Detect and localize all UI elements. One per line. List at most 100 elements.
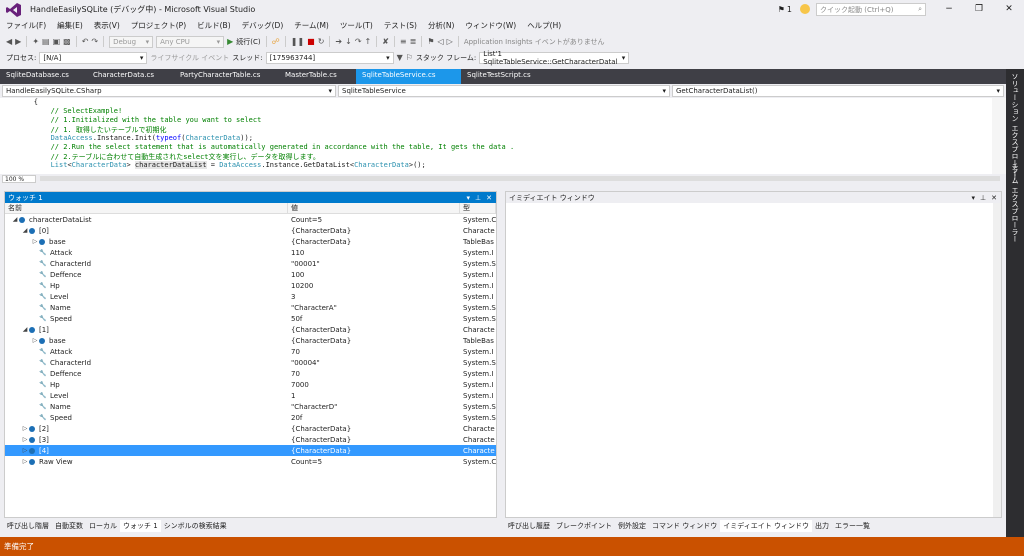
menu-item[interactable]: テスト(S) (384, 20, 417, 31)
platform-dropdown[interactable]: Any CPU ▾ (156, 35, 225, 48)
menu-item[interactable]: ツール(T) (340, 20, 373, 31)
watch-row[interactable]: ◢ characterDataList Count=5 System.Co (5, 214, 496, 225)
zoom-dropdown[interactable]: 100 % (2, 174, 36, 183)
menu-item[interactable]: ウィンドウ(W) (465, 20, 516, 31)
bottom-tab[interactable]: ウォッチ 1 (120, 520, 161, 532)
bottom-tab[interactable]: コマンド ウィンドウ (649, 520, 720, 532)
bookmark-icon[interactable]: ⚑ (427, 37, 434, 46)
bottom-tab[interactable]: エラー一覧 (832, 520, 873, 532)
expand-icon[interactable]: ▷ (31, 238, 39, 245)
watch-row[interactable]: 🔧 Level 3 System.I (5, 291, 496, 302)
bottom-tab[interactable]: 呼び出し階層 (4, 520, 52, 532)
continue-icon[interactable]: ▶ (227, 37, 233, 46)
close-icon[interactable]: ✕ (486, 194, 492, 202)
name-column-header[interactable]: 名前 (5, 203, 288, 213)
code-editor[interactable]: { // SelectExample! // 1.Initialized wit… (0, 98, 992, 174)
comment-icon[interactable]: ≡ (400, 37, 407, 46)
document-tab[interactable]: PartyCharacterTable.cs (174, 69, 279, 84)
uncomment-icon[interactable]: ≣ (410, 37, 417, 46)
immediate-scrollbar[interactable] (993, 203, 1001, 517)
bottom-tab[interactable]: イミディエイト ウィンドウ (720, 520, 812, 532)
filter-icon[interactable]: ▼ (397, 53, 403, 62)
document-tab[interactable]: MasterTable.cs (279, 69, 356, 84)
method-dropdown[interactable]: GetCharacterDataList() ▾ (672, 85, 1004, 97)
pin-icon[interactable]: ⊥ (475, 194, 481, 202)
forward-icon[interactable]: ▶ (15, 37, 21, 46)
back-icon[interactable]: ◀ (6, 37, 12, 46)
bottom-tab[interactable]: 自動変数 (52, 520, 86, 532)
dropdown-icon[interactable]: ▾ (467, 194, 471, 202)
document-tab[interactable]: SqliteTestScript.cs (461, 69, 541, 84)
step-into-icon[interactable]: ↓ (345, 37, 352, 46)
team-explorer-tab[interactable]: チーム エクスプローラー (1010, 163, 1020, 242)
close-button[interactable]: ✕ (994, 4, 1024, 14)
menu-item[interactable]: ファイル(F) (6, 20, 46, 31)
dropdown-icon[interactable]: ▾ (972, 194, 976, 202)
pin-icon[interactable]: ⊥ (980, 194, 986, 202)
menu-item[interactable]: デバッグ(D) (242, 20, 284, 31)
collapse-icon[interactable]: ◢ (11, 216, 19, 223)
menu-item[interactable]: チーム(M) (294, 20, 329, 31)
type-column-header[interactable]: 型 (460, 203, 496, 213)
watch-row[interactable]: ▷ [2] {CharacterData} Characte (5, 423, 496, 434)
watch-row[interactable]: 🔧 Hp 10200 System.I (5, 280, 496, 291)
watch-row[interactable]: 🔧 Attack 110 System.I (5, 247, 496, 258)
redo-icon[interactable]: ↷ (91, 37, 98, 46)
process-dropdown[interactable]: [N/A] ▾ (39, 51, 148, 64)
collapse-icon[interactable]: ◢ (21, 326, 29, 333)
bottom-tab[interactable]: 呼び出し履歴 (505, 520, 553, 532)
collapse-icon[interactable]: ◢ (21, 227, 29, 234)
watch-row[interactable]: ◢ [1] {CharacterData} Characte (5, 324, 496, 335)
minimize-button[interactable]: − (934, 4, 964, 14)
watch-row[interactable]: 🔧 Deffence 100 System.I (5, 269, 496, 280)
thread-dropdown[interactable]: [175963744] ▾ (265, 51, 394, 64)
class-dropdown[interactable]: SqliteTableService ▾ (338, 85, 670, 97)
expand-icon[interactable]: ▷ (31, 337, 39, 344)
close-icon[interactable]: ✕ (991, 194, 997, 202)
watch-row[interactable]: 🔧 CharacterId "00001" System.S (5, 258, 496, 269)
lifecycle-events-button[interactable]: ライフサイクル イベント (150, 53, 229, 63)
feedback-smiley-icon[interactable] (800, 4, 810, 14)
watch-row[interactable]: 🔧 Attack 70 System.I (5, 346, 496, 357)
watch-row[interactable]: 🔧 Hp 7000 System.I (5, 379, 496, 390)
notification-flag[interactable]: ⚑ 1 (778, 5, 792, 14)
immediate-window[interactable]: イミディエイト ウィンドウ ▾ ⊥ ✕ (505, 191, 1002, 518)
watch-row[interactable]: 🔧 Deffence 70 System.I (5, 368, 496, 379)
menu-item[interactable]: ヘルプ(H) (527, 20, 561, 31)
watch-row[interactable]: ◢ [0] {CharacterData} Characte (5, 225, 496, 236)
watch-row[interactable]: ▷ [3] {CharacterData} Characte (5, 434, 496, 445)
save-icon[interactable]: ▣ (53, 37, 61, 46)
bottom-tab[interactable]: ローカル (86, 520, 120, 532)
maximize-button[interactable]: ❐ (964, 4, 994, 14)
exception-icon[interactable]: ✘ (382, 37, 389, 46)
watch-row[interactable]: 🔧 Speed 50f System.S (5, 313, 496, 324)
menu-item[interactable]: プロジェクト(P) (131, 20, 186, 31)
bottom-tab[interactable]: シンボルの検索結果 (161, 520, 230, 532)
document-tab[interactable]: SqliteTableService.cs (356, 69, 461, 84)
watch-row[interactable]: ▷ base {CharacterData} TableBas (5, 236, 496, 247)
expand-icon[interactable]: ▷ (21, 436, 29, 443)
continue-button[interactable]: 続行(C) (236, 37, 260, 47)
restart-icon[interactable]: ↻ (318, 37, 325, 46)
step-over-icon[interactable]: ↷ (355, 37, 362, 46)
next-bookmark-icon[interactable]: ▷ (447, 37, 453, 46)
watch-row[interactable]: 🔧 Speed 20f System.S (5, 412, 496, 423)
bottom-tab[interactable]: ブレークポイント (553, 520, 615, 532)
menu-item[interactable]: 表示(V) (94, 20, 120, 31)
editor-vertical-scrollbar[interactable] (992, 98, 1006, 174)
expand-icon[interactable]: ▷ (21, 458, 29, 465)
break-all-icon[interactable]: ❚❚ (291, 37, 304, 46)
step-out-icon[interactable]: ↑ (365, 37, 372, 46)
show-next-statement-icon[interactable]: ➔ (335, 37, 342, 46)
value-column-header[interactable]: 値 (288, 203, 460, 213)
stackframe-dropdown[interactable]: List'1 SqliteTableService::GetCharacterD… (479, 50, 630, 66)
new-project-icon[interactable]: ✦ (32, 37, 39, 46)
project-dropdown[interactable]: HandleEasilySQLite.CSharp ▾ (2, 85, 336, 97)
configuration-dropdown[interactable]: Debug ▾ (109, 35, 154, 48)
watch-row[interactable]: ▷ Raw View Count=5 System.Co (5, 456, 496, 467)
prev-bookmark-icon[interactable]: ◁ (438, 37, 444, 46)
document-tab[interactable]: CharacterData.cs (87, 69, 174, 84)
quick-launch-input[interactable]: クイック起動 (Ctrl+Q) ⌕ (816, 2, 926, 16)
undo-icon[interactable]: ↶ (82, 37, 89, 46)
watch-row[interactable]: ▷ [4] {CharacterData} Characte (5, 445, 496, 456)
